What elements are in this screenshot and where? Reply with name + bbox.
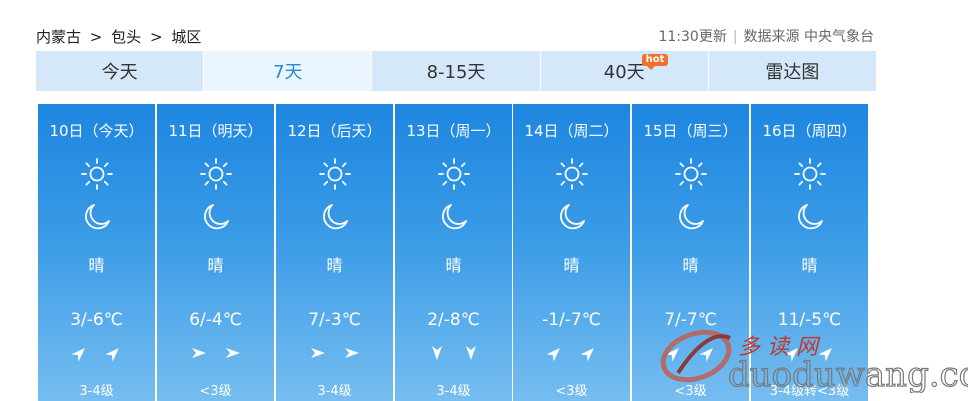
wind-direction: [276, 344, 393, 362]
tab-7-days[interactable]: 7天: [204, 51, 373, 91]
tab-today[interactable]: 今天: [36, 51, 205, 91]
forecast-date: 13日（周一）: [406, 122, 501, 140]
weather-condition: 晴: [326, 256, 343, 275]
data-source: 数据来源 中央气象台: [743, 29, 874, 45]
wind-direction: [395, 344, 512, 362]
meta-divider: |: [732, 29, 738, 45]
sun-icon: [793, 158, 826, 190]
moon-icon: [84, 204, 110, 230]
wind-arrow-icon: [431, 346, 442, 360]
sun-icon: [80, 158, 113, 190]
tab-8-15-days[interactable]: 8-15天: [372, 51, 541, 91]
breadcrumb: 内蒙古 > 包头 > 城区: [36, 26, 205, 47]
wind-arrow-icon: [344, 348, 359, 358]
breadcrumb-province[interactable]: 内蒙古: [36, 28, 81, 46]
moon-icon: [559, 204, 585, 230]
wind-arrow-icon: [580, 348, 594, 362]
temperature-range: 3/-6℃: [70, 310, 123, 330]
forecast-date: 10日（今天）: [49, 122, 144, 140]
hot-badge: hot: [641, 54, 669, 70]
wind-direction: [38, 344, 155, 362]
weather-condition: 晴: [88, 256, 105, 275]
sun-icon: [318, 158, 351, 190]
update-info: 11:30更新 | 数据来源 中央气象台: [658, 26, 874, 46]
tab-label: 40天: [603, 62, 645, 83]
moon-icon: [322, 204, 348, 230]
sun-icon: [199, 158, 232, 190]
wind-arrow-icon: [546, 348, 560, 362]
temperature-range: 7/-3℃: [308, 310, 361, 330]
tab-label: 7天: [273, 62, 303, 83]
temperature-range: 2/-8℃: [427, 310, 480, 330]
breadcrumb-city[interactable]: 包头: [111, 28, 141, 46]
forecast-day-card[interactable]: 13日（周一） 晴 2/-8℃ 3-4级: [395, 104, 512, 401]
sun-icon: [437, 158, 470, 190]
forecast-date: 16日（周四）: [762, 122, 857, 140]
wind-arrow-icon: [465, 346, 476, 360]
temperature-range: -1/-7℃: [542, 310, 601, 330]
tab-label: 今天: [101, 62, 138, 83]
weather-condition: 晴: [801, 256, 818, 275]
temperature-range: 6/-4℃: [189, 310, 242, 330]
weather-condition: 晴: [563, 256, 580, 275]
breadcrumb-separator: >: [149, 28, 163, 46]
wind-arrow-icon: [310, 348, 325, 358]
weather-condition: 晴: [207, 256, 224, 275]
weather-condition: 晴: [445, 256, 462, 275]
forecast-date: 11日（明天）: [168, 122, 263, 140]
breadcrumb-district: 城区: [171, 28, 202, 46]
wind-level: <3级: [199, 384, 232, 399]
wind-level: 3-4级: [436, 384, 471, 399]
wind-direction: [157, 344, 274, 362]
wind-arrow-icon: [71, 348, 85, 362]
svg-text:duoduwang.com: duoduwang.com: [728, 355, 968, 393]
forecast-tabs: 今天 7天 8-15天 40天 hot 雷达图: [36, 51, 877, 91]
wind-level: 3-4级: [79, 384, 114, 399]
sun-icon: [674, 158, 707, 190]
weather-condition: 晴: [682, 256, 699, 275]
breadcrumb-separator: >: [89, 28, 103, 46]
moon-icon: [797, 204, 823, 230]
tab-label: 8-15天: [426, 62, 486, 83]
moon-icon: [203, 204, 229, 230]
forecast-day-card[interactable]: 10日（今天） 晴 3/-6℃ 3-4级: [38, 104, 155, 401]
forecast-date: 14日（周二）: [524, 122, 619, 140]
wind-arrow-icon: [225, 348, 240, 358]
wind-arrow-icon: [191, 348, 206, 358]
moon-icon: [678, 204, 704, 230]
forecast-day-card[interactable]: 12日（后天） 晴 7/-3℃ 3-4级: [276, 104, 393, 401]
wind-level: 3-4级: [317, 384, 352, 399]
moon-icon: [441, 204, 467, 230]
wind-level: <3级: [555, 384, 588, 399]
tab-radar[interactable]: 雷达图: [708, 51, 877, 91]
forecast-day-card[interactable]: 14日（周二） 晴 -1/-7℃ <3级: [513, 104, 630, 401]
forecast-date: 15日（周三）: [643, 122, 738, 140]
forecast-date: 12日（后天）: [287, 122, 382, 140]
wind-direction: [513, 344, 630, 362]
tab-label: 雷达图: [765, 62, 820, 83]
wind-arrow-icon: [105, 348, 119, 362]
update-time: 11:30更新: [658, 29, 727, 45]
forecast-day-card[interactable]: 11日（明天） 晴 6/-4℃ <3级: [157, 104, 274, 401]
tab-40-days[interactable]: 40天 hot: [540, 51, 709, 91]
watermark-logo: 多 读 网 duoduwang.com: [660, 329, 968, 393]
sun-icon: [555, 158, 588, 190]
